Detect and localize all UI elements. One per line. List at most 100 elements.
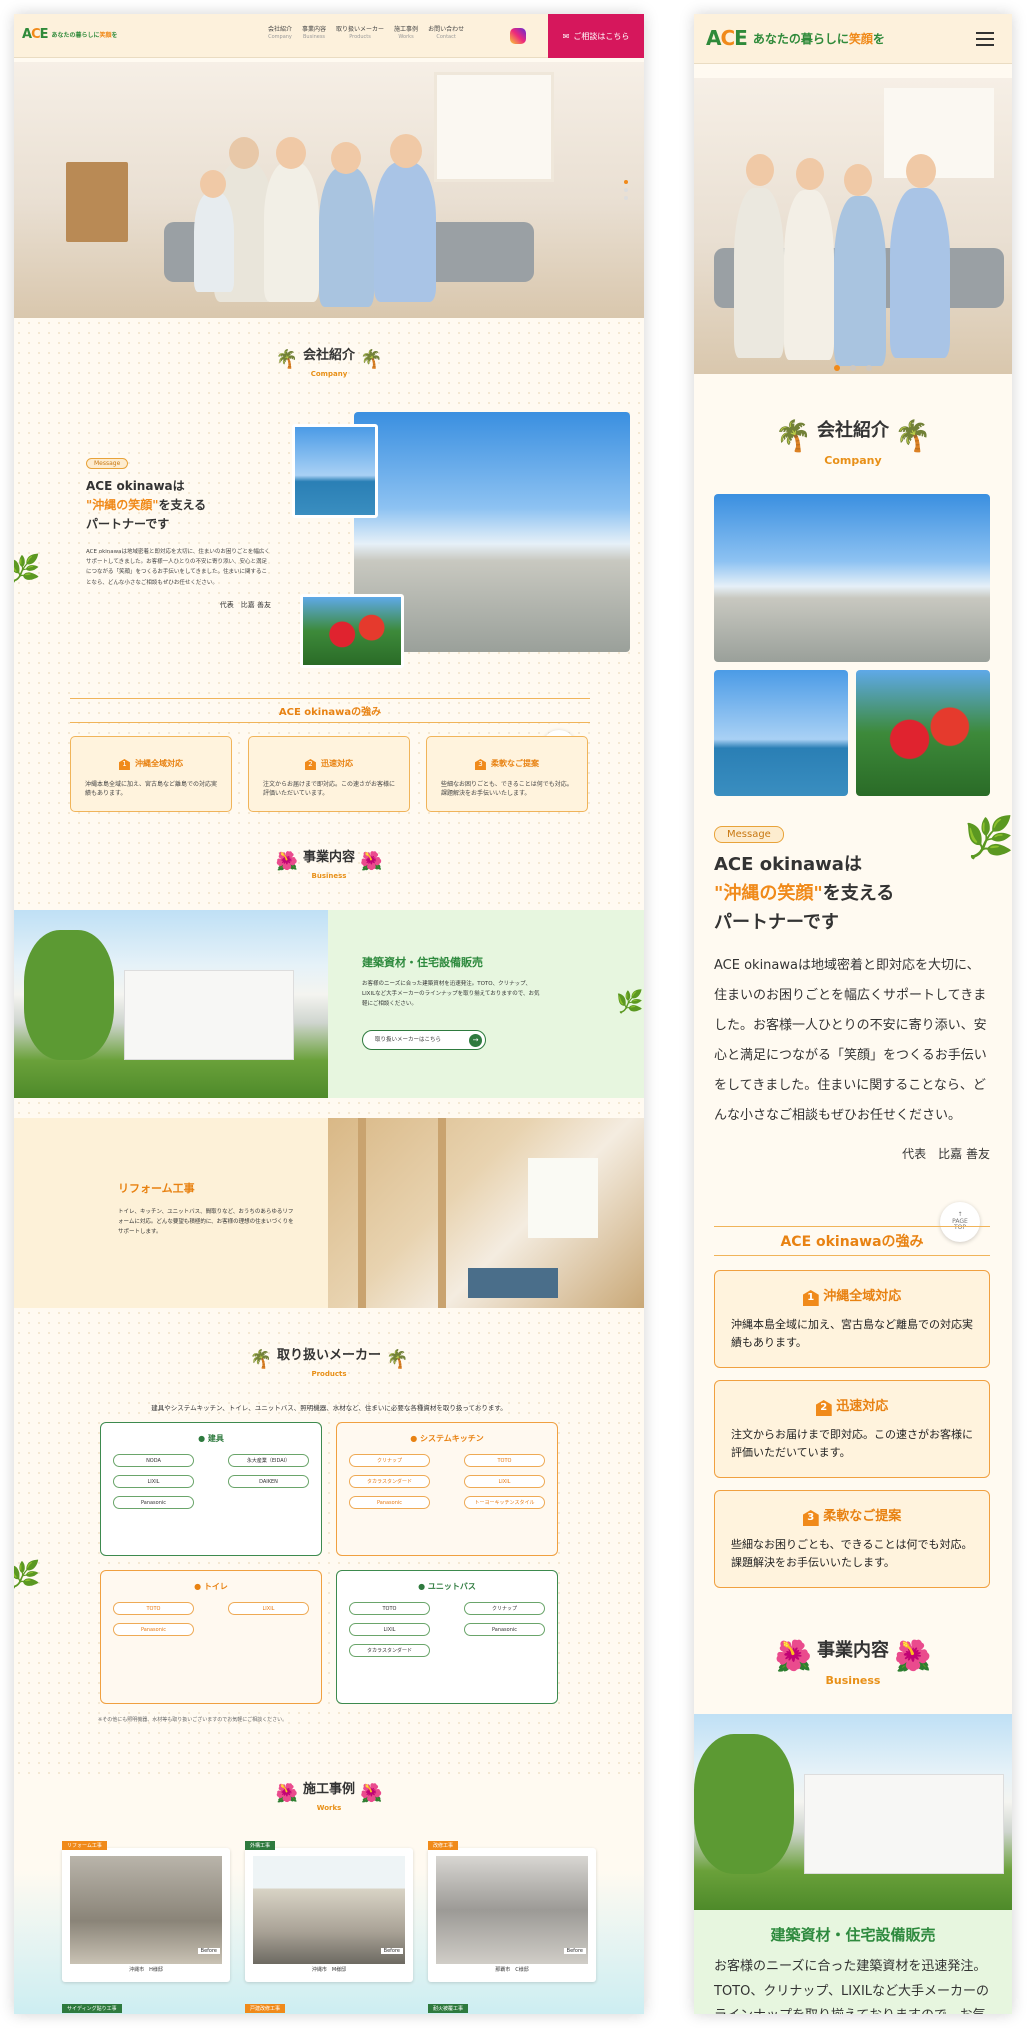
work-tag: サイディング貼り工事 <box>62 2004 122 2013</box>
nav-item-business[interactable]: 事業内容 Business <box>302 26 326 40</box>
logo-tagline: あなたの暮らしに笑顔を <box>51 32 118 39</box>
nav-item-company[interactable]: 会社紹介 Company <box>268 26 292 40</box>
maker-pill[interactable]: トーヨーキッチンスタイル <box>464 1496 545 1509</box>
nav-item-works[interactable]: 施工事例 Works <box>394 26 418 40</box>
strengths-title: ACE okinawaの強み <box>70 698 590 723</box>
signature: 代表 比嘉 善友 <box>219 601 271 610</box>
mobile-company-message: Message ACE okinawaは "沖縄の笑顔"を支える パートナーです… <box>714 822 990 1162</box>
makers-link-button[interactable]: 取り扱いメーカーはこちら → <box>362 1030 486 1050</box>
maker-pill[interactable]: Panasonic <box>464 1623 545 1636</box>
mobile-company-heading: 🌴 会社紹介 🌴 Company <box>774 419 932 467</box>
maker-pill[interactable]: Panasonic <box>113 1623 194 1636</box>
mobile-logo[interactable]: ACE あなたの暮らしに笑顔を <box>706 26 885 50</box>
hibiscus-icon: 🌺 <box>774 1639 812 1674</box>
seaside-photo <box>714 670 848 796</box>
maker-pill[interactable]: LIXIL <box>349 1623 430 1636</box>
logo-mark: ACE <box>706 26 748 50</box>
makers-intro: 建具やシステムキッチン、トイレ、ユニットバス、照明機器、水材など、住まいに必要な… <box>151 1404 507 1412</box>
maker-group-kitchen: ● システムキッチン クリナップ TOTO タカラスタンダード LIXIL Pa… <box>336 1422 558 1556</box>
nav-item-products[interactable]: 取り扱いメーカー Products <box>336 26 384 40</box>
circle-icon: ● <box>194 1582 202 1591</box>
circle-icon: ● <box>418 1582 426 1591</box>
work-tag: 耐火被覆工事 <box>428 2004 469 2013</box>
strength-card: 2 迅速対応 注文からお届けまで即対応。この速さがお客様に評価いただいています。 <box>248 736 410 812</box>
instagram-icon[interactable] <box>510 28 526 44</box>
maker-group-fittings: ● 建具 NODA 永大産業（EIDAI） LIXIL DAIKEN Panas… <box>100 1422 322 1556</box>
maker-pill[interactable]: TOTO <box>113 1602 194 1615</box>
palm-icon: 🌴 <box>774 419 812 454</box>
makers-note: ※その他にも照明機器、水材等も取り扱いございますのでお気軽にご相談ください。 <box>98 1717 288 1723</box>
message-badge: Message <box>86 458 129 469</box>
maker-pill[interactable]: DAIKEN <box>228 1475 309 1488</box>
hamburger-menu-icon[interactable] <box>976 28 994 50</box>
business-heading: 🌺 事業内容 🌺 Business <box>275 850 383 880</box>
hero-image <box>14 62 644 318</box>
section-title: 会社紹介 <box>302 348 355 363</box>
work-tag: 戸建改修工事 <box>245 2004 286 2013</box>
palm-icon: 🌴 <box>894 419 932 454</box>
leaf-decoration-icon: 🌿 <box>616 990 644 1015</box>
mobile-hero-pagination <box>694 356 1012 375</box>
mobile-business-heading: 🌺 事業内容 🌺 Business <box>774 1639 932 1687</box>
window <box>434 72 554 182</box>
circle-icon: ● <box>410 1434 418 1443</box>
hibiscus-photo <box>300 594 404 668</box>
work-card[interactable]: リフォーム工事 Before 沖縄市 H様邸 <box>62 1841 230 1982</box>
hibiscus-icon: 🌺 <box>275 1783 298 1804</box>
mobile-hero-image <box>694 78 1012 374</box>
maker-pill[interactable]: Panasonic <box>113 1496 194 1509</box>
site-logo[interactable]: ACE あなたの暮らしに笑顔を <box>22 27 118 42</box>
maker-pill[interactable]: タカラスタンダード <box>349 1475 430 1488</box>
global-nav: 会社紹介 Company 事業内容 Business 取り扱いメーカー Product… <box>268 26 464 40</box>
seaside-photo <box>292 424 378 518</box>
maker-pill[interactable]: クリナップ <box>464 1602 545 1615</box>
leaf-decoration-icon: 🌿 <box>14 554 41 584</box>
message-heading: ACE okinawaは "沖縄の笑顔"を支える パートナーです <box>86 479 207 532</box>
mobile-preview: ACE あなたの暮らしに笑顔を 🌴 会社紹介 🌴 Company 🌿 Messa… <box>694 14 1012 2014</box>
maker-pill[interactable]: TOTO <box>464 1454 545 1467</box>
maker-pill[interactable]: クリナップ <box>349 1454 430 1467</box>
business-card-materials: 建築資材・住宅設備販売 お客様のニーズに合った建築資材を迅速発注。TOTO、クリ… <box>328 910 644 1098</box>
maker-pill[interactable]: 永大産業（EIDAI） <box>228 1454 309 1467</box>
work-card[interactable]: 外構工事 Before 沖縄市 M様邸 <box>245 1841 413 1982</box>
hibiscus-photo <box>856 670 990 796</box>
mobile-business-card: 建築資材・住宅設備販売 お客様のニーズに合った建築資材を迅速発注。TOTO、クリ… <box>694 1910 1012 2014</box>
number-badge: 3 <box>474 759 486 770</box>
palm-icon: 🌴 <box>249 1349 272 1370</box>
strength-card: 1 沖縄全域対応 沖縄本島全域に加え、宮古島など離島での対応実績もあります。 <box>70 736 232 812</box>
palm-icon: 🌴 <box>360 349 383 370</box>
maker-pill[interactable]: TOTO <box>349 1602 430 1615</box>
maker-pill[interactable]: LIXIL <box>464 1475 545 1488</box>
mail-icon: ✉ <box>562 31 570 41</box>
maker-pill[interactable]: NODA <box>113 1454 194 1467</box>
strength-card: 3 柔軟なご提案 些細なお困りごとも、できることは何でも対応。課題解決をお手伝い… <box>426 736 588 812</box>
company-heading: 🌴 会社紹介 🌴 Company <box>14 344 644 378</box>
hibiscus-icon: 🌺 <box>360 851 383 872</box>
number-badge: 2 <box>304 759 316 770</box>
section-subtitle: Company <box>310 370 348 378</box>
strength-card: 3 柔軟なご提案 些細なお困りごとも、できることは何でも対応。課題解決をお手伝い… <box>714 1490 990 1588</box>
maker-pill[interactable]: Panasonic <box>349 1496 430 1509</box>
consult-button[interactable]: ✉ ご相談はこちら <box>548 14 644 58</box>
maker-pill[interactable]: タカラスタンダード <box>349 1644 430 1657</box>
mobile-header: ACE あなたの暮らしに笑顔を <box>694 14 1012 64</box>
nav-item-contact[interactable]: お問い合わせ Contact <box>428 26 464 40</box>
mobile-strengths-title: ACE okinawaの強み <box>714 1226 990 1256</box>
maker-group-toilet: ● トイレ TOTO LIXIL Panasonic <box>100 1570 322 1704</box>
company-message: Message ACE okinawaは "沖縄の笑顔"を支える パートナーです… <box>86 450 271 610</box>
hibiscus-icon: 🌺 <box>894 1639 932 1674</box>
maker-group-bath: ● ユニットバス TOTO クリナップ LIXIL Panasonic タカラス… <box>336 1570 558 1704</box>
desktop-preview: ACE あなたの暮らしに笑顔を 会社紹介 Company 事業内容 Business… <box>14 14 644 2014</box>
strength-card: 2 迅速対応 注文からお届けまで即対応。この速さがお客様に評価いただいています。 <box>714 1380 990 1478</box>
hibiscus-icon: 🌺 <box>360 1783 383 1804</box>
work-card[interactable]: 改修工事 Before 那覇市 C様邸 <box>428 1841 596 1982</box>
hibiscus-icon: 🌺 <box>275 851 298 872</box>
renovation-photo <box>328 1118 644 1308</box>
number-badge: 1 <box>118 759 130 770</box>
maker-pill[interactable]: LIXIL <box>113 1475 194 1488</box>
makers-heading: 🌴 取り扱いメーカー 🌴 Products <box>249 1348 409 1378</box>
house-photo <box>694 1714 1012 1910</box>
maker-pill[interactable]: LIXIL <box>228 1602 309 1615</box>
arrow-right-icon: → <box>469 1034 482 1047</box>
house-photo <box>14 910 328 1098</box>
